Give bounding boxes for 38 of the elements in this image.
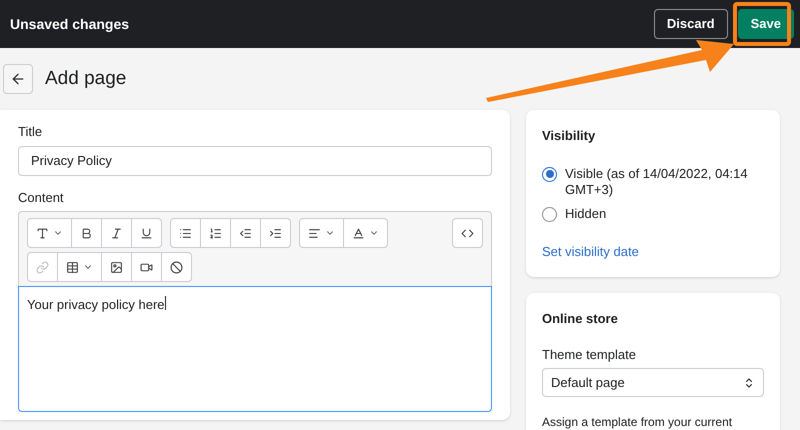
set-visibility-date-link[interactable]: Set visibility date [542,242,764,261]
font-icon[interactable] [36,226,49,240]
radio-button[interactable] [542,166,557,182]
indent-icon[interactable] [269,226,282,240]
bold-icon[interactable] [80,226,93,240]
template-select[interactable]: Default page [542,368,764,397]
radio-label: Hidden [565,206,608,222]
outdent-icon[interactable] [239,226,252,240]
bullet-list-icon[interactable] [179,226,192,240]
save-button[interactable]: Save [738,9,794,39]
radio-button[interactable] [542,206,557,222]
online-store-heading: Online store [542,310,619,328]
visibility-heading: Visibility [542,127,596,145]
content-editor[interactable]: Your privacy policy here [18,286,492,412]
code-icon[interactable] [461,226,474,240]
content-label: Content [18,188,65,206]
content-text: Your privacy policy here [27,296,165,314]
page-title: Add page [45,66,126,91]
text-cursor [164,296,166,310]
title-label: Title [18,123,44,141]
text-color-icon[interactable] [352,226,365,240]
clear-format-icon[interactable] [170,260,183,274]
align-icon[interactable] [308,226,321,240]
radio-label: Visible (as of 14/04/2022, 04:14 GMT+3) [565,166,749,198]
image-icon[interactable] [110,260,123,274]
top-bar-title: Unsaved changes [10,15,130,34]
select-arrows-icon [743,376,755,388]
title-input[interactable]: Privacy Policy [18,146,492,176]
discard-button[interactable]: Discard [654,9,728,39]
template-label: Theme template [542,346,637,364]
italic-icon[interactable] [110,226,123,240]
table-icon[interactable] [66,260,79,274]
video-icon[interactable] [140,260,153,274]
underline-icon[interactable] [140,226,153,240]
back-button[interactable] [3,64,33,94]
numbered-list-icon[interactable] [209,226,222,240]
template-help-text: Assign a template from your current [542,414,734,430]
save-highlight-frame [733,2,791,46]
